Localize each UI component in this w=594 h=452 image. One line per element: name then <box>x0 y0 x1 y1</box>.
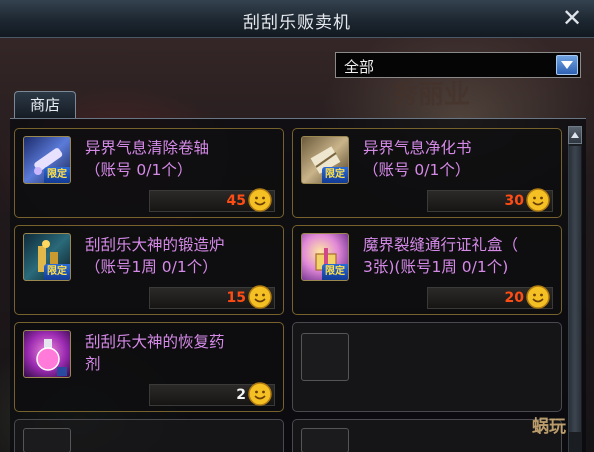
watermark-logo: 蜗玩 <box>532 417 566 437</box>
potion-icon <box>23 330 71 378</box>
window-title: 刮刮乐贩卖机 <box>243 13 351 33</box>
empty-item-slot <box>292 322 562 412</box>
item-name: 魔界裂缝通行证礼盒（ 3张)(账号1周 0/1个) <box>363 236 519 276</box>
giftbox-icon: 限定 <box>301 233 349 281</box>
price-bar: 30 <box>427 188 553 212</box>
category-filter-select[interactable]: 全部 <box>335 52 581 78</box>
scroll-icon: 限定 <box>23 136 71 184</box>
item-price: 2 <box>236 387 246 403</box>
scrollbar-thumb[interactable] <box>569 146 581 432</box>
item-card[interactable]: 限定 异界气息净化书 （账号 0/1个） 30 <box>292 128 562 218</box>
title-bar: 刮刮乐贩卖机 ✕ <box>0 0 594 38</box>
price-bar: 20 <box>427 285 553 309</box>
price-bar: 15 <box>149 285 275 309</box>
close-button[interactable]: ✕ <box>558 4 586 32</box>
item-price: 20 <box>504 290 524 306</box>
item-price: 45 <box>226 193 246 209</box>
scroll-up-button[interactable] <box>568 126 582 144</box>
forge-icon: 限定 <box>23 233 71 281</box>
empty-icon-slot <box>301 428 349 452</box>
price-bar: 45 <box>149 188 275 212</box>
empty-icon-slot <box>301 333 349 381</box>
empty-icon-slot <box>23 428 71 452</box>
item-card[interactable]: 限定 刮刮乐大神的锻造炉 （账号1周 0/1个） 15 <box>14 225 284 315</box>
item-name: 异界气息净化书 （账号 0/1个） <box>363 139 472 179</box>
empty-item-slot <box>14 419 284 452</box>
item-name: 异界气息清除卷轴 （账号 0/1个） <box>85 139 210 179</box>
empty-item-slot <box>292 419 562 452</box>
background-decoration: 秀丽业 <box>392 80 471 110</box>
book-icon: 限定 <box>301 136 349 184</box>
item-name: 刮刮乐大神的恢复药 剂 <box>85 333 225 373</box>
close-icon: ✕ <box>561 4 583 32</box>
chevron-up-icon <box>571 132 579 138</box>
coin-icon <box>248 382 272 406</box>
coin-icon <box>248 188 272 212</box>
item-name: 刮刮乐大神的锻造炉 （账号1周 0/1个） <box>85 236 225 276</box>
dropdown-button[interactable] <box>556 55 578 75</box>
item-card[interactable]: 限定 异界气息清除卷轴 （账号 0/1个） 45 <box>14 128 284 218</box>
filter-selected-value: 全部 <box>344 58 375 76</box>
item-card[interactable]: 刮刮乐大神的恢复药 剂 2 <box>14 322 284 412</box>
coin-icon <box>248 285 272 309</box>
item-price: 30 <box>504 193 524 209</box>
chevron-down-icon <box>561 61 573 69</box>
item-card[interactable]: 限定 魔界裂缝通行证礼盒（ 3张)(账号1周 0/1个) 20 <box>292 225 562 315</box>
limited-badge: 限定 <box>44 264 70 280</box>
tab-shop[interactable]: 商店 <box>14 91 76 119</box>
limited-badge: 限定 <box>322 167 348 183</box>
limited-badge: 限定 <box>44 167 70 183</box>
price-bar: 2 <box>149 382 275 406</box>
limited-badge: 限定 <box>322 264 348 280</box>
item-price: 15 <box>226 290 246 306</box>
coin-icon <box>526 188 550 212</box>
coin-icon <box>526 285 550 309</box>
